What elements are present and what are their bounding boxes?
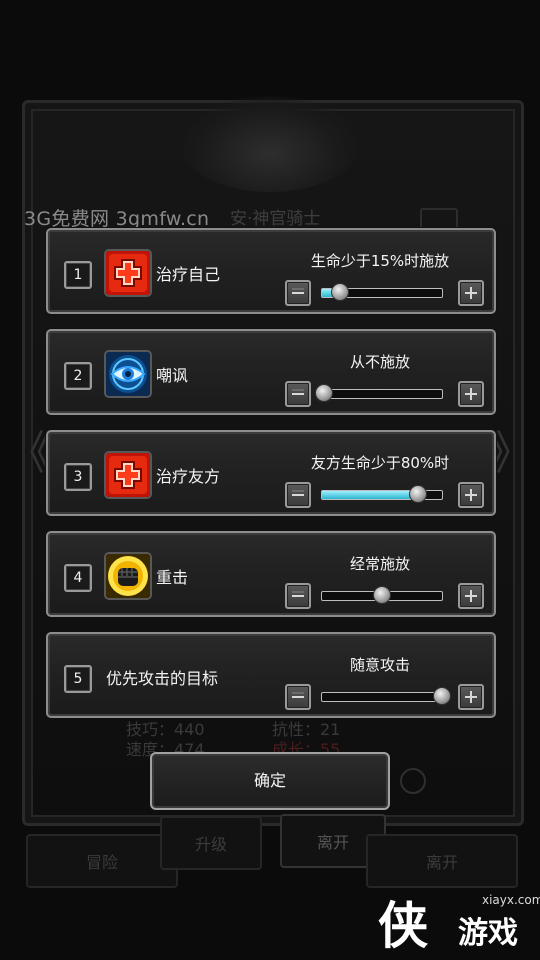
decrease-button[interactable] <box>285 280 311 306</box>
skill-name: 优先攻击的目标 <box>106 669 219 688</box>
condition-slider[interactable] <box>321 687 451 705</box>
cast-condition: 生命少于15%时施放 <box>310 252 450 270</box>
decrease-button[interactable] <box>285 583 311 609</box>
decrease-button[interactable] <box>285 482 311 508</box>
site-url: xiayx.com <box>482 893 540 907</box>
increase-button[interactable] <box>458 381 484 407</box>
slider-knob[interactable] <box>331 283 349 301</box>
increase-button[interactable] <box>458 684 484 710</box>
slider-knob[interactable] <box>373 586 391 604</box>
increase-button[interactable] <box>458 482 484 508</box>
decrease-button[interactable] <box>285 684 311 710</box>
skill-row-2: 2 嘲讽 从不施放 <box>46 329 496 415</box>
condition-slider[interactable] <box>321 586 443 604</box>
confirm-button[interactable]: 确定 <box>150 752 390 810</box>
cast-condition: 友方生命少于80%时 <box>310 454 450 472</box>
skill-index: 5 <box>64 665 92 693</box>
watermark-text: 3G免费网 3gmfw.cn <box>24 208 210 230</box>
slider-knob[interactable] <box>315 384 333 402</box>
cast-condition: 经常施放 <box>349 555 410 573</box>
skill-name: 治疗自己 <box>156 265 221 284</box>
skill-row-1: 1 治疗自己 生命少于15%时施放 <box>46 228 496 314</box>
decrease-button[interactable] <box>285 381 311 407</box>
condition-slider[interactable] <box>315 384 443 402</box>
condition-slider[interactable] <box>321 485 443 503</box>
condition-slider[interactable] <box>321 283 443 301</box>
leave-button-back: 离开 <box>366 834 518 888</box>
background-plus-icon <box>400 768 426 794</box>
increase-button[interactable] <box>458 280 484 306</box>
skill-name: 重击 <box>156 568 189 587</box>
cast-condition: 从不施放 <box>349 353 410 371</box>
slider-fill <box>322 491 418 499</box>
skill-index: 1 <box>64 261 92 289</box>
skill-index: 2 <box>64 362 92 390</box>
cast-condition: 随意攻击 <box>349 656 410 674</box>
taunt-eye-icon <box>104 350 152 398</box>
increase-button[interactable] <box>458 583 484 609</box>
heal-icon <box>104 249 152 297</box>
logo-glyph: 侠 <box>378 896 428 955</box>
crest-ornament <box>180 96 360 192</box>
target-priority-row: 5 优先攻击的目标 随意攻击 <box>46 632 496 718</box>
skill-row-3: 3 治疗友方 友方生命少于80%时 <box>46 430 496 516</box>
skill-row-4: 4 重击 经常施放 <box>46 531 496 617</box>
heal-icon <box>104 451 152 499</box>
upgrade-button: 升级 <box>160 816 262 870</box>
slider-knob[interactable] <box>433 687 451 705</box>
logo-text: 游戏 <box>458 916 518 951</box>
skill-name: 治疗友方 <box>156 467 221 486</box>
fist-icon <box>104 552 152 600</box>
skill-name: 嘲讽 <box>156 366 189 385</box>
slider-knob[interactable] <box>409 485 427 503</box>
adventure-button: 冒险 <box>26 834 178 888</box>
skill-index: 4 <box>64 564 92 592</box>
skill-index: 3 <box>64 463 92 491</box>
background-title: 安·神官骑士 <box>230 209 321 229</box>
